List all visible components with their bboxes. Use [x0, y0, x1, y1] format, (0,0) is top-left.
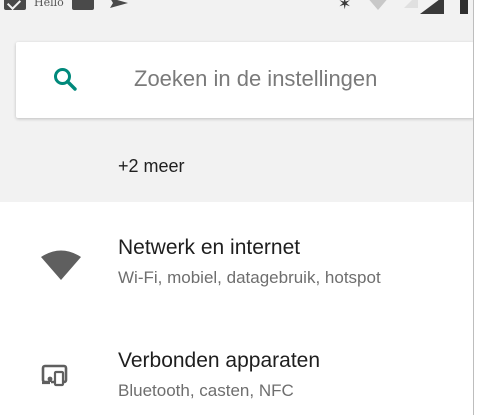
settings-item-network[interactable]: Netwerk en internet Wi-Fi, mobiel, datag… [0, 202, 474, 302]
wifi-icon [40, 250, 82, 285]
battery-icon [460, 0, 468, 14]
sim-icon [404, 0, 418, 8]
send-icon [108, 0, 130, 10]
wifi-icon [366, 0, 390, 10]
notification-text: Hello [34, 0, 64, 9]
settings-item-connected-devices[interactable]: Verbonden apparaten Bluetooth, casten, N… [0, 315, 474, 415]
settings-list: Netwerk en internet Wi-Fi, mobiel, datag… [0, 202, 474, 415]
settings-item-subtitle: Bluetooth, casten, NFC [118, 381, 294, 400]
bluetooth-icon: ✶ [338, 0, 352, 13]
window-edge [473, 0, 482, 415]
search-bar[interactable]: Zoeken in de instellingen [16, 42, 474, 118]
settings-item-title: Verbonden apparaten [118, 349, 321, 372]
show-more-button[interactable]: +2 meer [118, 156, 185, 177]
settings-screen: Hello ✶ Zoeken in de instellingen +2 mee… [0, 0, 482, 415]
image-icon [72, 0, 94, 10]
settings-item-subtitle: Wi-Fi, mobiel, datagebruik, hotspot [118, 268, 381, 287]
settings-item-title: Netwerk en internet [118, 236, 301, 259]
search-input[interactable]: Zoeken in de instellingen [134, 66, 377, 92]
status-bar: Hello ✶ [0, 0, 474, 18]
connected-devices-icon [40, 363, 70, 392]
search-icon[interactable] [52, 66, 78, 92]
signal-icon [420, 0, 444, 14]
gmail-icon [4, 0, 26, 10]
